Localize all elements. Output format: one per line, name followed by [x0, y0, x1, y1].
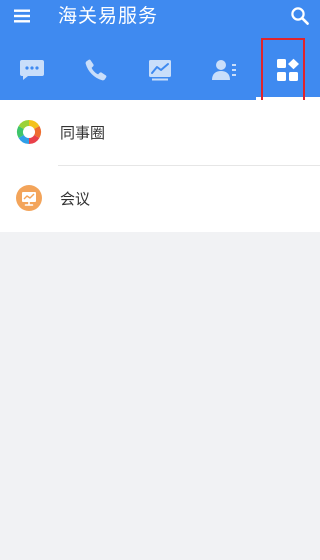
menu-button[interactable]	[8, 4, 36, 28]
page-title: 海关易服务	[58, 5, 159, 27]
search-button[interactable]	[286, 2, 314, 30]
contacts-icon	[212, 60, 236, 80]
colleague-circle-icon	[16, 120, 42, 144]
phone-icon	[85, 59, 107, 81]
tab-calls[interactable]	[64, 42, 128, 98]
meeting-icon	[16, 185, 42, 211]
trend-chart-icon	[149, 60, 171, 81]
colleague-circle-label: 同事圈	[60, 124, 106, 142]
tab-statistics[interactable]	[128, 42, 192, 98]
tab-bar	[0, 42, 320, 100]
list-item-colleague-circle[interactable]: 同事圈	[0, 100, 320, 166]
menu-icon	[14, 9, 30, 23]
tab-contacts[interactable]	[192, 42, 256, 98]
list-item-meeting[interactable]: 会议	[0, 166, 320, 232]
search-icon	[291, 7, 309, 25]
meeting-label: 会议	[60, 190, 91, 208]
top-bar: 海关易服务	[0, 0, 320, 32]
apps-list: 同事圈 会议	[0, 100, 320, 232]
apps-grid-icon	[277, 58, 299, 81]
tab-apps[interactable]	[256, 42, 320, 98]
chat-bubble-icon	[20, 60, 44, 80]
tab-messages[interactable]	[0, 42, 64, 98]
app-header: 海关易服务	[0, 0, 320, 100]
